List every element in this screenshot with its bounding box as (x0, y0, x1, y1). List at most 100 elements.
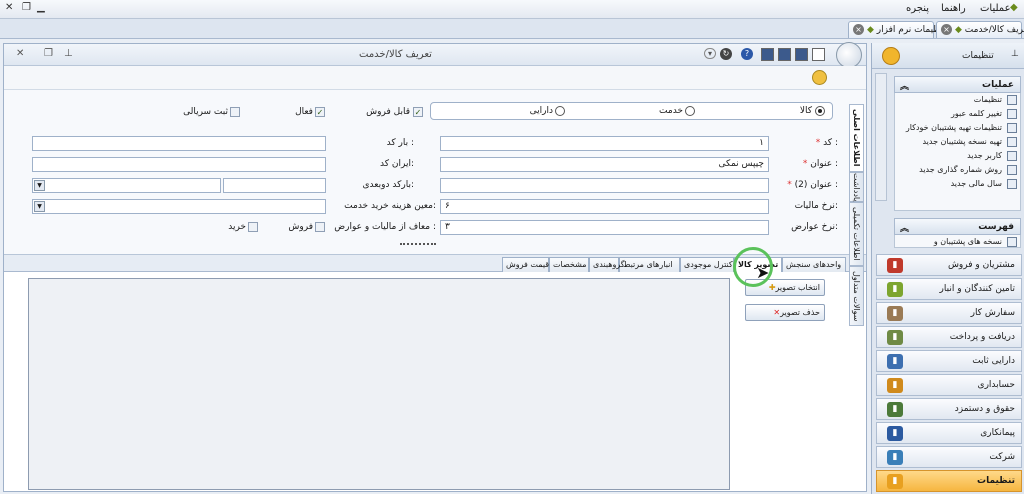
nav-work-order[interactable]: ▮ سفارش کار (876, 302, 1022, 324)
nav-contracting[interactable]: ▮ پیمانکاری (876, 422, 1022, 444)
code-label: * کد : (815, 138, 838, 148)
tab-sale-price[interactable]: قیمت فروش (502, 257, 549, 272)
tab-inventory-control[interactable]: کنترل موجودی (680, 257, 734, 272)
radio-asset[interactable] (555, 106, 565, 116)
help-icon[interactable]: ? (741, 48, 753, 60)
nav-receipt-payment[interactable]: ▮ دریافت و پرداخت (876, 326, 1022, 348)
sales-icon: ▮ (887, 258, 903, 273)
save-icon[interactable] (761, 48, 774, 61)
close-window-icon[interactable]: ✕ (5, 2, 13, 13)
close-tab-icon[interactable]: × (853, 24, 864, 35)
close-icon[interactable]: ✕ (16, 48, 24, 59)
title-input[interactable]: چیپس نمکی (440, 157, 769, 172)
tax-rate-input[interactable]: ۶ (440, 199, 769, 214)
add-icon: ✚ (768, 283, 776, 292)
operations-section-header[interactable]: ︽ عملیات (894, 76, 1021, 93)
checkbox-active[interactable]: ✓ (315, 107, 325, 117)
tab-specifications[interactable]: مشخصات (549, 257, 589, 272)
minimize-window-icon[interactable]: ▁ (37, 2, 45, 13)
menu-window[interactable]: پنجره (906, 3, 929, 14)
dual-barcode-select[interactable] (32, 178, 221, 193)
nav-settings[interactable]: ▮ تنظیمات (876, 470, 1022, 492)
calendar-icon (1007, 179, 1017, 189)
company-icon: ▮ (887, 450, 903, 465)
op-new-backup[interactable]: تهیه نسخه پشتیبان جدید (895, 135, 1020, 149)
menu-help[interactable]: راهنما (941, 3, 966, 14)
panel-scrollbar[interactable] (875, 73, 887, 201)
nav-customers-sales[interactable]: ▮ مشتریان و فروش (876, 254, 1022, 276)
title2-label: * عنوان (2) : (787, 180, 838, 190)
item-type-group: کالا خدمت دارایی (430, 102, 833, 120)
checkbox-exempt-purchase[interactable]: ✓ (248, 222, 258, 232)
contracting-icon: ▮ (887, 426, 903, 441)
op-new-user[interactable]: کاربر جدید (895, 149, 1020, 163)
side-tab-notes[interactable]: یادداشت (849, 172, 864, 202)
tab-item-definition[interactable]: × ◆ تعریف کالا/خدمت (936, 21, 1024, 38)
assets-icon: ▮ (887, 354, 903, 369)
title2-input[interactable] (440, 178, 769, 193)
duty-rate-label: نرخ عوارض: (791, 222, 838, 232)
pin-panel-icon[interactable]: ⊥ (1011, 49, 1019, 59)
exempt-label: معاف از مالیات و عوارض : (334, 222, 436, 232)
numbering-icon (1007, 165, 1017, 175)
cost-select[interactable] (32, 199, 326, 214)
dual-barcode-input[interactable] (223, 178, 326, 193)
cost-dropdown-icon[interactable]: ▼ (34, 201, 45, 212)
tab-related-warehouses[interactable]: انبارهای مرتبط (619, 257, 680, 272)
side-tab-main-info[interactable]: اطلاعات اصلی (849, 104, 864, 172)
close-tab-icon[interactable]: × (941, 24, 952, 35)
dropdown-icon[interactable]: ▾ (704, 48, 717, 59)
menu-bar: ✕ ❐ ▁ پنجره راهنما عملیات ◆ (0, 0, 1024, 19)
settings-icon (1007, 95, 1017, 105)
splitter-handle[interactable] (400, 243, 436, 245)
checkbox-exempt-sale[interactable]: ✓ (315, 222, 325, 232)
nav-payroll[interactable]: ▮ حقوق و دستمزد (876, 398, 1022, 420)
refresh-icon[interactable]: ↻ (720, 48, 732, 60)
op-auto-backup-settings[interactable]: تنظیمات تهیه پشتیبان خودکار (895, 121, 1020, 135)
save-new-icon[interactable] (795, 48, 808, 61)
op-change-password[interactable]: تغییر کلمه عبور (895, 107, 1020, 121)
tab-units[interactable]: واحدهای سنجش (782, 257, 846, 272)
dual-barcode-dropdown-icon[interactable]: ▼ (34, 180, 45, 191)
radio-goods[interactable] (815, 106, 825, 116)
nav-suppliers-warehouse[interactable]: ▮ تامین کنندگان و انبار (876, 278, 1022, 300)
pin-icon[interactable]: ⊥ (64, 48, 73, 59)
radio-asset-label: دارایی (529, 106, 553, 116)
side-tab-faq[interactable]: سوالات متداول (849, 266, 864, 326)
checkbox-sellable[interactable]: ✓ (413, 107, 423, 117)
restore-window-icon[interactable]: ❐ (22, 2, 31, 13)
disk-icon (1007, 137, 1017, 147)
iran-code-input[interactable] (32, 157, 326, 172)
tab-grouping[interactable]: گروهبندی (589, 257, 625, 272)
user-icon (1007, 151, 1017, 161)
tax-rate-label: نرخ مالیات: (794, 201, 838, 211)
side-tab-extra-info[interactable]: اطلاعات تکمیلی (849, 202, 864, 266)
menu-operations[interactable]: عملیات (980, 3, 1011, 14)
collapse-chevron-icon: ︽ (900, 224, 910, 234)
restore-icon[interactable]: ❐ (44, 48, 53, 59)
palette-icon[interactable] (812, 70, 827, 85)
radio-service[interactable] (685, 106, 695, 116)
op-new-fiscal-year[interactable]: سال مالی جدید (895, 177, 1020, 191)
save-close-icon[interactable] (778, 48, 791, 61)
tab-software-settings[interactable]: × ◆ تنظیمات نرم افزار (848, 21, 946, 38)
nav-fixed-assets[interactable]: ▮ دارایی ثابت (876, 350, 1022, 372)
title-label: * عنوان : (802, 159, 838, 169)
code-input[interactable]: ۱ (440, 136, 769, 151)
settings-side-panel: تنظیمات ⊥ ︽ عملیات تنظیمات تغییر کلمه عب… (871, 43, 1024, 494)
delete-image-button[interactable]: ✕حذف تصویر (745, 304, 825, 321)
op-settings[interactable]: تنظیمات (895, 93, 1020, 107)
duty-rate-input[interactable]: ۳ (440, 220, 769, 235)
checkbox-serial[interactable]: ✓ (230, 107, 240, 117)
list-item-backups[interactable]: نسخه های پشتیبان و (895, 235, 1020, 247)
barcode-input[interactable] (32, 136, 326, 151)
nav-company[interactable]: ▮ شرکت (876, 446, 1022, 468)
mouse-cursor-icon: ➤ (756, 263, 770, 282)
op-new-numbering[interactable]: روش شماره گذاری جدید (895, 163, 1020, 177)
barcode-label: بار کد : (386, 138, 414, 148)
nav-accounting[interactable]: ▮ حسابداری (876, 374, 1022, 396)
checkbox-serial-label: ثبت سریالی (183, 107, 228, 117)
operations-list: تنظیمات تغییر کلمه عبور تنظیمات تهیه پشت… (894, 93, 1021, 211)
list-section-header[interactable]: ︽ فهرست (894, 218, 1021, 235)
new-document-icon[interactable] (812, 48, 825, 61)
